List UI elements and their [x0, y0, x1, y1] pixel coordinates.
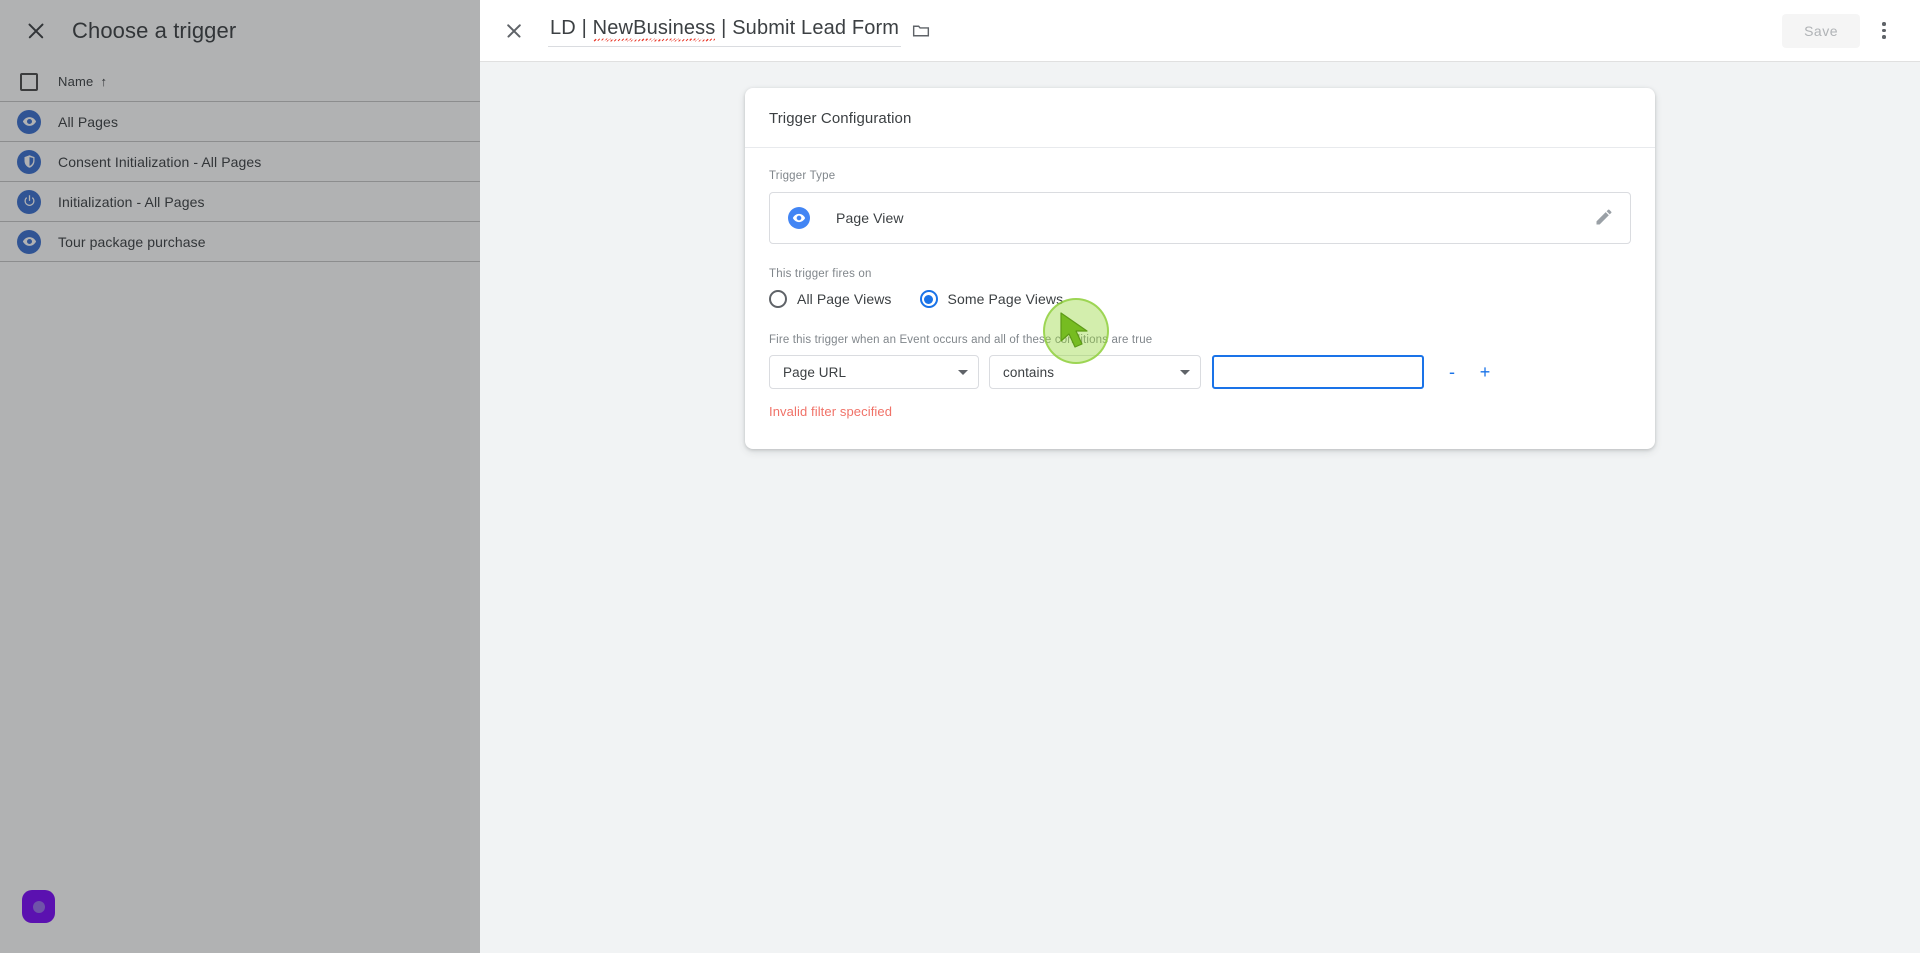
folder-icon[interactable] — [911, 21, 931, 41]
trigger-configuration-card: Trigger Configuration Trigger Type Page … — [745, 88, 1655, 449]
radio-option-all-page-views[interactable]: All Page Views — [769, 290, 892, 308]
sort-ascending-icon: ↑ — [100, 74, 108, 89]
row-icon-cell — [0, 109, 58, 134]
fires-on-radio-group: All Page Views Some Page Views — [769, 290, 1631, 308]
radio-unselected-icon[interactable] — [769, 290, 787, 308]
trigger-type-selector[interactable]: Page View — [769, 192, 1631, 244]
eye-icon — [17, 229, 41, 254]
chevron-down-icon — [1180, 369, 1190, 375]
select-all-cell — [0, 72, 58, 91]
conditions-help-text: Fire this trigger when an Event occurs a… — [769, 334, 1153, 346]
column-header-name[interactable]: Name ↑ — [58, 74, 107, 89]
row-icon-cell — [0, 229, 58, 254]
row-icon-cell — [0, 189, 58, 214]
eye-icon — [788, 207, 810, 229]
header-actions: Save — [1782, 13, 1920, 49]
condition-row: Page URL contains - + — [769, 355, 1631, 389]
trigger-name-input[interactable]: LD | NewBusiness | Submit Lead Form — [548, 15, 902, 47]
trigger-type-value: Page View — [836, 210, 904, 226]
chevron-down-icon — [958, 369, 968, 375]
record-button[interactable] — [22, 890, 55, 923]
add-condition-button[interactable]: + — [1475, 363, 1495, 381]
radio-label: All Page Views — [797, 291, 892, 307]
select-all-checkbox[interactable] — [20, 72, 38, 91]
condition-value-wrapper — [1212, 355, 1424, 389]
card-body: Trigger Type Page View This trigger fire… — [745, 148, 1655, 419]
power-icon — [17, 189, 41, 214]
trigger-name: All Pages — [58, 113, 119, 130]
condition-operator-value: contains — [1003, 364, 1055, 380]
title-part-before: LD | — [550, 16, 593, 39]
eye-icon — [17, 109, 41, 134]
fires-on-label: This trigger fires on — [769, 268, 872, 280]
column-header-label: Name — [58, 74, 94, 89]
dialog-header: LD | NewBusiness | Submit Lead Form Save — [480, 0, 1920, 62]
radio-selected-icon[interactable] — [919, 290, 938, 308]
trigger-type-label: Trigger Type — [769, 170, 836, 182]
condition-value-input[interactable] — [1212, 355, 1424, 389]
close-icon[interactable] — [24, 19, 48, 43]
row-icon-cell — [0, 149, 58, 174]
close-icon[interactable] — [502, 19, 526, 43]
condition-variable-value: Page URL — [783, 364, 847, 380]
record-dot-icon — [32, 900, 45, 913]
card-title: Trigger Configuration — [745, 88, 1655, 148]
title-part-after: | Submit Lead Form — [715, 16, 900, 39]
shield-icon — [17, 149, 41, 174]
title-part-misspelled: NewBusiness — [592, 16, 716, 39]
pencil-icon[interactable] — [1594, 207, 1616, 229]
trigger-name: Tour package purchase — [58, 233, 206, 250]
remove-condition-button[interactable]: - — [1442, 363, 1462, 381]
trigger-name: Consent Initialization - All Pages — [58, 153, 262, 170]
trigger-edit-dialog: LD | NewBusiness | Submit Lead Form Save… — [480, 0, 1920, 953]
title-area: LD | NewBusiness | Submit Lead Form — [548, 15, 931, 47]
condition-operator-select[interactable]: contains — [989, 355, 1201, 389]
more-vert-icon[interactable] — [1866, 13, 1902, 49]
trigger-name: Initialization - All Pages — [58, 193, 205, 210]
radio-option-some-page-views[interactable]: Some Page Views — [919, 290, 1064, 308]
save-button[interactable]: Save — [1782, 13, 1860, 48]
condition-variable-select[interactable]: Page URL — [769, 355, 979, 389]
radio-label: Some Page Views — [947, 291, 1064, 307]
error-message: Invalid filter specified — [769, 404, 893, 419]
page-title: Choose a trigger — [72, 18, 237, 43]
